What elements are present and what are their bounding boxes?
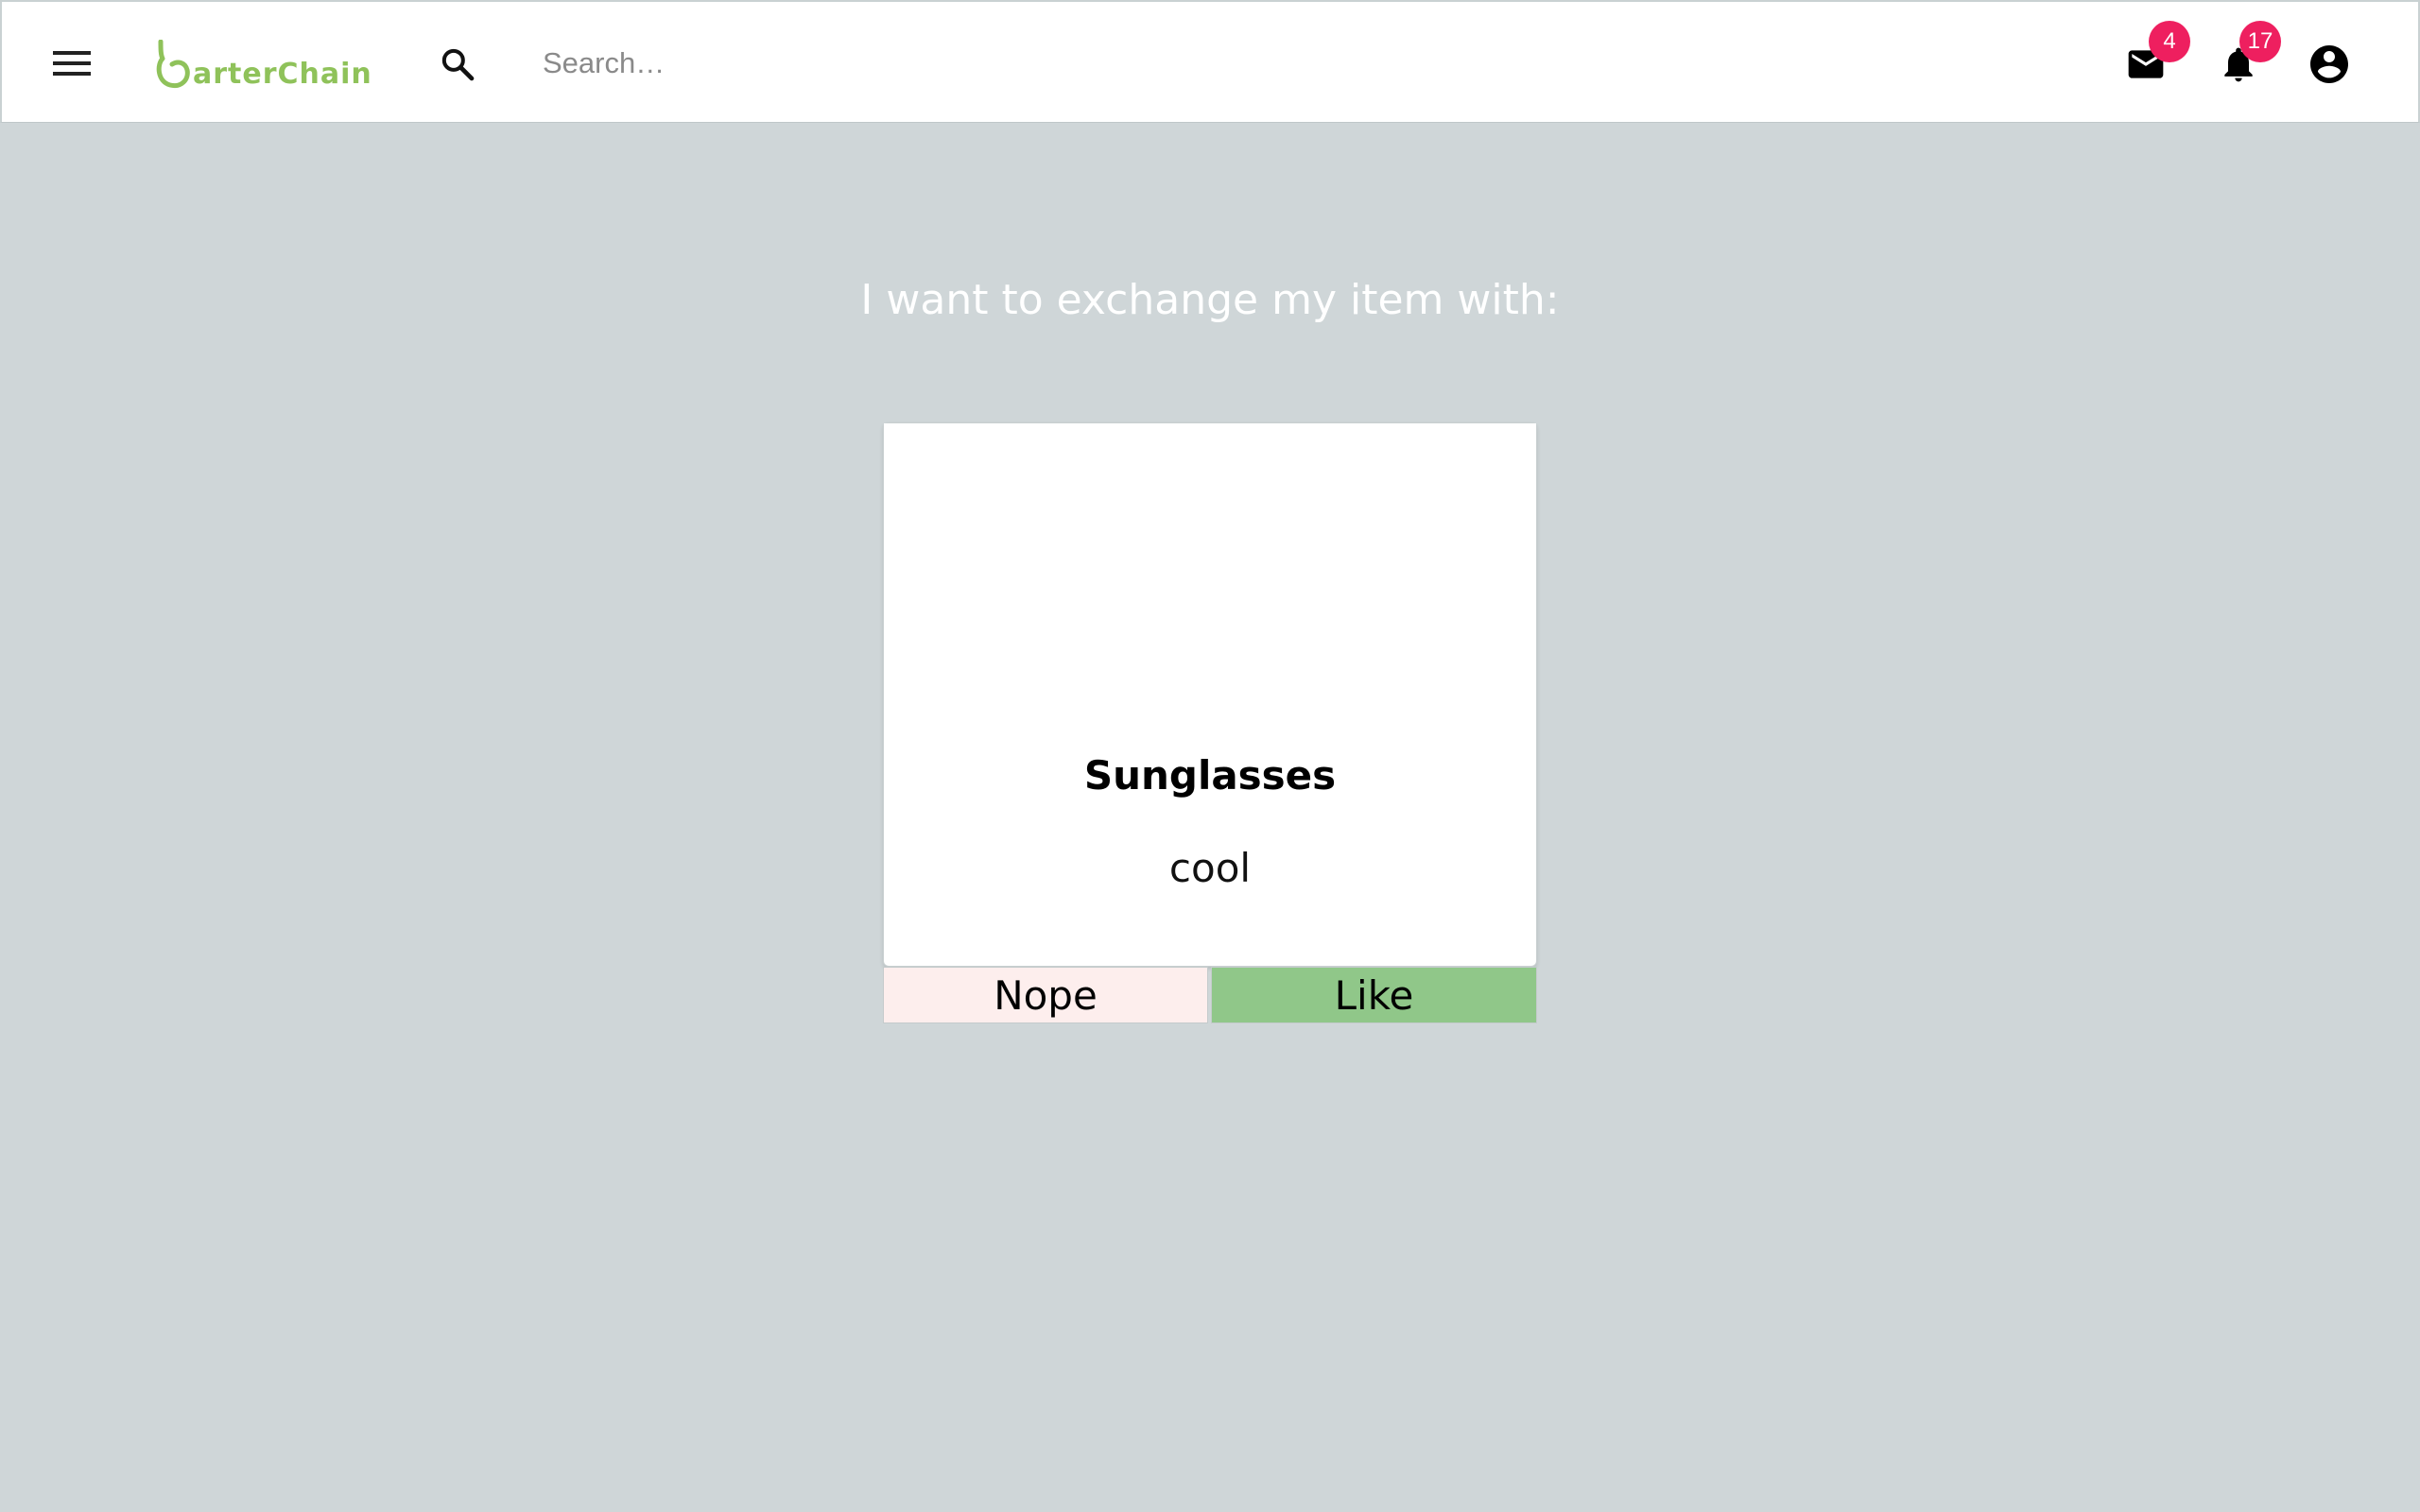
brand-logo[interactable]: arterChain bbox=[153, 30, 372, 91]
search-icon bbox=[441, 48, 475, 81]
menu-icon bbox=[53, 51, 91, 76]
item-title: Sunglasses bbox=[1083, 752, 1337, 799]
logo-mark-icon bbox=[156, 40, 190, 89]
account-button[interactable] bbox=[2301, 36, 2358, 93]
page-heading: I want to exchange my item with: bbox=[860, 276, 1560, 324]
nope-button[interactable]: Nope bbox=[883, 967, 1208, 1023]
search-input[interactable] bbox=[541, 38, 1392, 89]
like-button[interactable]: Like bbox=[1211, 967, 1537, 1023]
notification-count-badge: 17 bbox=[2239, 21, 2281, 62]
logo-text: arterChain bbox=[193, 58, 372, 91]
menu-button[interactable] bbox=[42, 37, 102, 90]
mail-count-badge: 4 bbox=[2149, 21, 2190, 62]
item-description: cool bbox=[1168, 845, 1252, 891]
item-image bbox=[884, 423, 1536, 707]
search-button[interactable] bbox=[429, 36, 486, 93]
account-circle-icon bbox=[2310, 45, 2348, 83]
app-bar: arterChain 4 17 bbox=[0, 0, 2420, 123]
item-card[interactable]: Sunglasses cool bbox=[883, 422, 1537, 967]
